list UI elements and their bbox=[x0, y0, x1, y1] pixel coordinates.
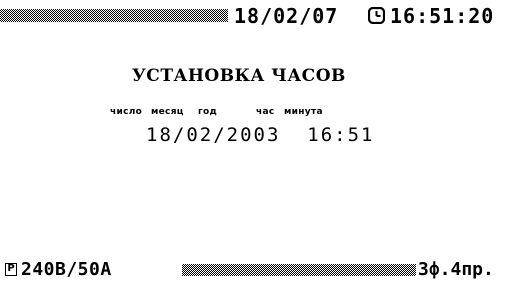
lcd-screen: 18/02/07 16:51:20 УСТАНОВКА ЧАСОВ число … bbox=[0, 0, 509, 282]
status-date: 18/02/07 bbox=[234, 4, 339, 28]
bottom-bar-fill bbox=[182, 264, 416, 276]
field-labels: число месяц год час минута bbox=[110, 107, 323, 177]
clock-icon bbox=[367, 6, 386, 25]
p-icon: Р bbox=[5, 263, 17, 276]
label-hour: час bbox=[256, 107, 275, 117]
status-bar: 18/02/07 16:51:20 bbox=[0, 6, 504, 26]
datetime-value[interactable]: 18/02/2003 16:51 bbox=[146, 124, 374, 146]
status-time: 16:51:20 bbox=[390, 4, 495, 28]
label-day: число bbox=[110, 107, 143, 117]
status-bar-fill bbox=[0, 9, 228, 22]
label-year: год bbox=[198, 107, 218, 117]
page-title: УСТАНОВКА ЧАСОВ bbox=[132, 66, 346, 86]
label-month: месяц bbox=[151, 107, 184, 117]
label-minute: минута bbox=[284, 107, 323, 117]
phase-readout: 3ф.4пр. bbox=[418, 259, 494, 280]
bottom-status-bar: Р 240В/50А 3ф.4пр. bbox=[0, 260, 509, 280]
mode-readout: 240В/50А bbox=[21, 259, 112, 280]
